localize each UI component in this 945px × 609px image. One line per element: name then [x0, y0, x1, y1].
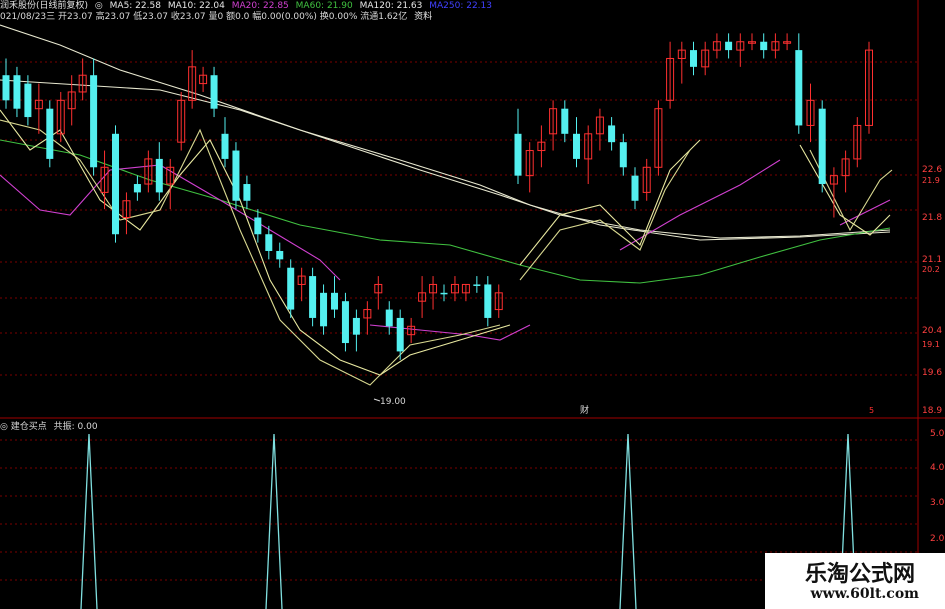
kline-chart[interactable]: 19.00 财 5 22.6 21.8 21.1 20.4 19.6 18.9 21.9 20.2… — [0, 0, 945, 609]
ma20-line — [839, 199, 891, 226]
ohlc-header: 021/08/23三 开23.07 高23.07 低23.07 收23.07 量… — [0, 12, 436, 23]
candle-body — [155, 158, 163, 193]
ohlc-text: 021/08/23三 开23.07 高23.07 低23.07 收23.07 量… — [0, 12, 408, 22]
moving-average-lines: 19.00 财 5 — [0, 24, 893, 416]
candle-body — [341, 301, 349, 344]
price-axis: 22.6 21.8 21.1 20.4 19.6 18.9 21.9 20.2 19.1 5.0 4… — [922, 165, 945, 544]
candle-body — [514, 133, 522, 176]
indicator-header: ◎ 建仓买点 共振: 0.00 — [0, 419, 98, 432]
candle-body — [631, 175, 639, 201]
candle-body — [2, 75, 10, 101]
event-marker-2: 5 — [869, 406, 874, 415]
price-axis-label: 19.6 — [922, 368, 942, 378]
candle-body — [265, 234, 273, 251]
candlestick-series — [2, 50, 503, 360]
price-axis-label-small: 19.1 — [922, 340, 940, 349]
price-axis-label: 21.1 — [922, 255, 942, 265]
candle-body — [331, 292, 338, 310]
candle-body — [396, 317, 404, 352]
candle-body — [352, 317, 360, 335]
candle-body — [309, 276, 317, 318]
indicator-panel — [80, 433, 857, 609]
candle-body — [276, 250, 284, 260]
indicator-axis-label: 2.0 — [930, 534, 945, 544]
candle-body — [760, 41, 768, 51]
ma5-label: MA5: 22.58 — [109, 1, 161, 11]
candle-body — [90, 75, 98, 168]
price-axis-label: 22.6 — [922, 165, 942, 175]
candle-body — [13, 75, 21, 109]
candle-body — [573, 133, 580, 159]
candle-body — [473, 284, 481, 286]
candle-body — [112, 133, 119, 235]
indicator-value: 共振: 0.00 — [53, 422, 98, 432]
price-axis-label-small: 21.9 — [922, 176, 940, 185]
candle-body — [24, 83, 32, 118]
info-link[interactable]: 资料 — [414, 12, 432, 22]
low-price-annotation: 19.00 — [380, 397, 406, 407]
watermark-title: 乐淘公式网 — [804, 561, 915, 587]
buy-signal-spike — [265, 433, 283, 609]
indicator-title: 建仓买点 — [10, 422, 47, 432]
price-axis-label: 20.4 — [922, 326, 942, 336]
ma20-label: MA20: 22.85 — [231, 1, 289, 11]
ma120-label: MA120: 21.63 — [359, 1, 423, 11]
grid-lines — [0, 0, 945, 609]
candle-body — [484, 284, 492, 318]
candle-body — [385, 309, 393, 327]
candle-body — [725, 41, 733, 51]
stock-name: 润禾股份(日线前复权) — [0, 1, 89, 11]
indicator-icon: ◎ — [0, 422, 8, 432]
indicator-axis-label: 5.0 — [930, 429, 945, 439]
ma60-label: MA60: 21.90 — [295, 1, 353, 11]
candle-body — [690, 50, 697, 67]
watermark-url: www.60lt.com — [810, 586, 919, 602]
price-axis-label: 18.9 — [922, 406, 942, 416]
candle-body — [46, 108, 54, 159]
ma10-label: MA10: 22.04 — [167, 1, 225, 11]
candle-body — [133, 184, 141, 193]
candle-body — [608, 125, 616, 143]
buy-signal-spike — [80, 433, 98, 609]
event-marker: 财 — [580, 404, 589, 416]
candle-body — [221, 133, 229, 159]
indicator-axis-label: 4.0 — [930, 463, 945, 473]
buy-signal-spike — [619, 433, 637, 609]
ma120-line — [0, 79, 891, 239]
candle-body — [243, 184, 251, 201]
ma-header-icon: ◎ — [94, 1, 103, 11]
price-axis-label-small: 20.2 — [922, 265, 940, 274]
candle-body — [254, 217, 262, 235]
ma5-line — [0, 119, 501, 386]
candle-body — [287, 267, 295, 310]
ma5-line — [519, 149, 691, 281]
price-axis-label: 21.8 — [922, 213, 942, 223]
ma10-line — [0, 109, 511, 376]
candle-body — [795, 50, 803, 126]
candle-body — [818, 108, 826, 185]
candle-body — [440, 292, 448, 295]
ma250-line — [0, 24, 891, 241]
candle-body — [561, 108, 569, 134]
candlestick-series-right — [514, 33, 873, 218]
candle-body — [232, 150, 240, 201]
candle-body — [619, 142, 627, 168]
indicator-axis-label: 3.0 — [930, 498, 945, 508]
ma-header: 润禾股份(日线前复权) ◎ MA5: 22.58 MA10: 22.04 MA2… — [0, 1, 496, 12]
candle-body — [320, 292, 328, 327]
candle-body — [210, 75, 218, 109]
ma250-label: MA250: 22.13 — [429, 1, 492, 11]
